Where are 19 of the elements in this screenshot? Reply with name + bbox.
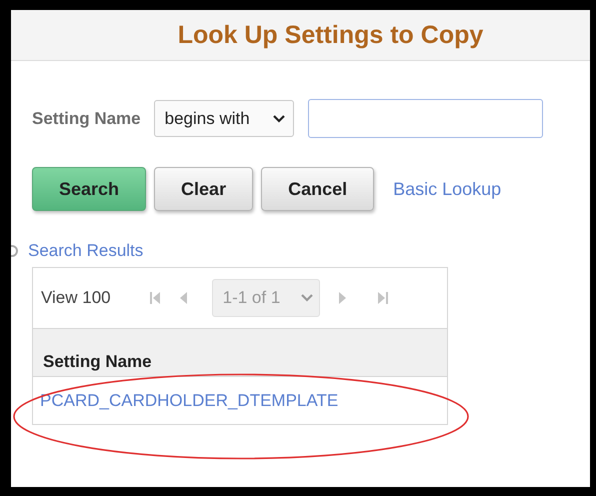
secondary-button[interactable]: Cancel: [261, 167, 374, 211]
previous-page-icon[interactable]: [178, 290, 188, 306]
operator-dropdown[interactable]: begins with: [154, 100, 294, 137]
field-label: Setting Name: [32, 108, 141, 128]
result-link[interactable]: PCARD_CARDHOLDER_DTEMPLATE: [40, 390, 338, 410]
view-all-link[interactable]: View 100: [41, 288, 111, 308]
chevron-down-icon: [272, 114, 285, 122]
dialog-title: Look Up Settings to Copy: [178, 20, 484, 50]
last-page-icon[interactable]: [376, 290, 389, 306]
column-header: Setting Name: [33, 328, 447, 377]
collapse-icon[interactable]: [11, 245, 18, 257]
input-field[interactable]: [308, 99, 543, 138]
primary-button[interactable]: Search: [32, 167, 146, 211]
section-toggle-link[interactable]: Search Results: [28, 241, 144, 261]
first-page-icon[interactable]: [148, 290, 161, 306]
basic-lookup-link[interactable]: Basic Lookup: [393, 178, 502, 200]
secondary-button[interactable]: Clear: [154, 167, 254, 211]
next-page-icon[interactable]: [338, 290, 347, 306]
chevron-down-icon: [300, 294, 313, 302]
